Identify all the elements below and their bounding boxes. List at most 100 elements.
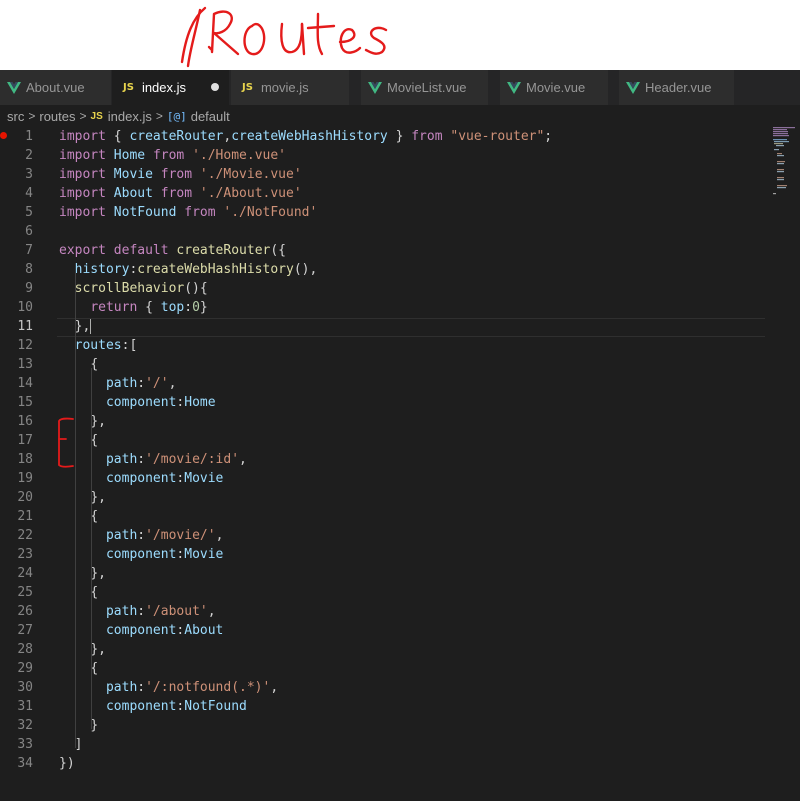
code-line[interactable]: 2 import Home from './Home.vue'	[0, 146, 770, 165]
line-number: 4	[25, 186, 33, 201]
code-line[interactable]: 10 return { top:0}	[0, 298, 770, 317]
breakpoint-icon[interactable]	[0, 132, 7, 139]
line-number: 10	[17, 300, 33, 315]
line-number: 20	[17, 490, 33, 505]
code-line[interactable]: 7 export default createRouter({	[0, 241, 770, 260]
line-number: 29	[17, 661, 33, 676]
code-line[interactable]: 6	[0, 222, 770, 241]
code-line[interactable]: 28 },	[0, 640, 770, 659]
editor-tab-bar: About.vue JS index.js JS movie.js MovieL…	[0, 70, 800, 105]
code-line[interactable]: 19 component:Movie	[0, 469, 770, 488]
code-line[interactable]: 1 import { createRouter,createWebHashHist…	[0, 127, 770, 146]
code-text: {	[90, 661, 99, 676]
tab-movie-vue[interactable]: Movie.vue	[500, 70, 609, 105]
code-editor[interactable]: 1 import { createRouter,createWebHashHist…	[0, 127, 800, 801]
code-line[interactable]: 25 {	[0, 583, 770, 602]
unsaved-dot-icon[interactable]	[211, 83, 219, 91]
code-text: }	[90, 718, 99, 733]
code-text: export default createRouter({	[59, 243, 286, 258]
tab-movie-js[interactable]: JS movie.js	[231, 70, 350, 105]
tab-about-vue[interactable]: About.vue	[0, 70, 112, 105]
code-line[interactable]: 12 routes:[	[0, 336, 770, 355]
tab-index-js[interactable]: JS index.js	[112, 70, 230, 105]
code-line[interactable]: 18 path:'/movie/:id',	[0, 450, 770, 469]
line-number: 13	[17, 357, 33, 372]
code-line[interactable]: 11 },	[0, 317, 770, 336]
code-line[interactable]: 27 component:About	[0, 621, 770, 640]
line-number: 14	[17, 376, 33, 391]
line-number: 15	[17, 395, 33, 410]
code-text: ]	[74, 737, 83, 752]
code-line[interactable]: 23 component:Movie	[0, 545, 770, 564]
code-line[interactable]: 9 scrollBehavior(){	[0, 279, 770, 298]
code-text: import Movie from './Movie.vue'	[59, 167, 302, 182]
code-line[interactable]: 5 import NotFound from './NotFound'	[0, 203, 770, 222]
js-icon: JS	[90, 110, 103, 122]
line-number: 3	[25, 167, 33, 182]
code-text: routes:[	[74, 338, 138, 353]
chevron-right-icon: >	[79, 109, 87, 123]
line-number: 32	[17, 718, 33, 733]
code-text: component:Home	[105, 395, 216, 410]
line-number: 31	[17, 699, 33, 714]
line-number: 30	[17, 680, 33, 695]
code-text: path:'/movie/',	[105, 528, 224, 543]
code-text: import { createRouter,createWebHashHisto…	[59, 129, 553, 144]
code-line[interactable]: 21 {	[0, 507, 770, 526]
breadcrumb-src[interactable]: src	[7, 109, 24, 124]
code-text: component:Movie	[105, 471, 224, 486]
code-text: },	[90, 566, 106, 581]
code-text: import Home from './Home.vue'	[59, 148, 286, 163]
breadcrumb-symbol[interactable]: default	[191, 109, 230, 124]
code-line[interactable]: 15 component:Home	[0, 393, 770, 412]
code-line[interactable]: 33 ]	[0, 735, 770, 754]
code-line[interactable]: 22 path:'/movie/',	[0, 526, 770, 545]
js-icon: JS	[242, 82, 253, 93]
text-cursor	[90, 319, 92, 334]
code-text: path:'/about',	[105, 604, 216, 619]
code-line[interactable]: 4 import About from './About.vue'	[0, 184, 770, 203]
tab-label: Header.vue	[645, 80, 712, 95]
js-icon: JS	[123, 82, 134, 93]
code-line[interactable]: 29 {	[0, 659, 770, 678]
line-number: 27	[17, 623, 33, 638]
code-line[interactable]: 31 component:NotFound	[0, 697, 770, 716]
line-number: 25	[17, 585, 33, 600]
handwritten-annotation	[0, 0, 800, 70]
symbol-variable-icon: [@]	[166, 109, 187, 123]
code-line[interactable]: 20 },	[0, 488, 770, 507]
code-line[interactable]: 8 history:createWebHashHistory(),	[0, 260, 770, 279]
code-line[interactable]: 3 import Movie from './Movie.vue'	[0, 165, 770, 184]
code-line[interactable]: 24 },	[0, 564, 770, 583]
line-number: 19	[17, 471, 33, 486]
chevron-right-icon: >	[155, 109, 163, 123]
line-number: 16	[17, 414, 33, 429]
code-text: import NotFound from './NotFound'	[59, 205, 318, 220]
code-text: {	[90, 357, 99, 372]
line-number: 24	[17, 566, 33, 581]
handwritten-bracket-mark	[58, 417, 74, 468]
tab-movielist-vue[interactable]: MovieList.vue	[361, 70, 489, 105]
line-number: 26	[17, 604, 33, 619]
line-number: 21	[17, 509, 33, 524]
code-line[interactable]: 17 {	[0, 431, 770, 450]
code-line[interactable]: 13 {	[0, 355, 770, 374]
code-line[interactable]: 16 },	[0, 412, 770, 431]
minimap[interactable]	[770, 127, 800, 197]
tab-label: About.vue	[26, 80, 85, 95]
breadcrumb-routes[interactable]: routes	[39, 109, 75, 124]
tab-header-vue[interactable]: Header.vue	[619, 70, 735, 105]
breadcrumb-file[interactable]: index.js	[108, 109, 152, 124]
code-line[interactable]: 14 path:'/',	[0, 374, 770, 393]
code-line[interactable]: 30 path:'/:notfound(.*)',	[0, 678, 770, 697]
line-number: 8	[25, 262, 33, 277]
line-number: 6	[25, 224, 33, 239]
code-line[interactable]: 32 }	[0, 716, 770, 735]
code-line[interactable]: 34})	[0, 754, 770, 773]
breadcrumb: src > routes > JS index.js > [@] default	[0, 105, 800, 127]
code-line[interactable]: 26 path:'/about',	[0, 602, 770, 621]
vue-icon	[507, 81, 521, 94]
vue-icon	[626, 81, 640, 94]
code-text: {	[90, 509, 99, 524]
code-text: },	[90, 642, 106, 657]
